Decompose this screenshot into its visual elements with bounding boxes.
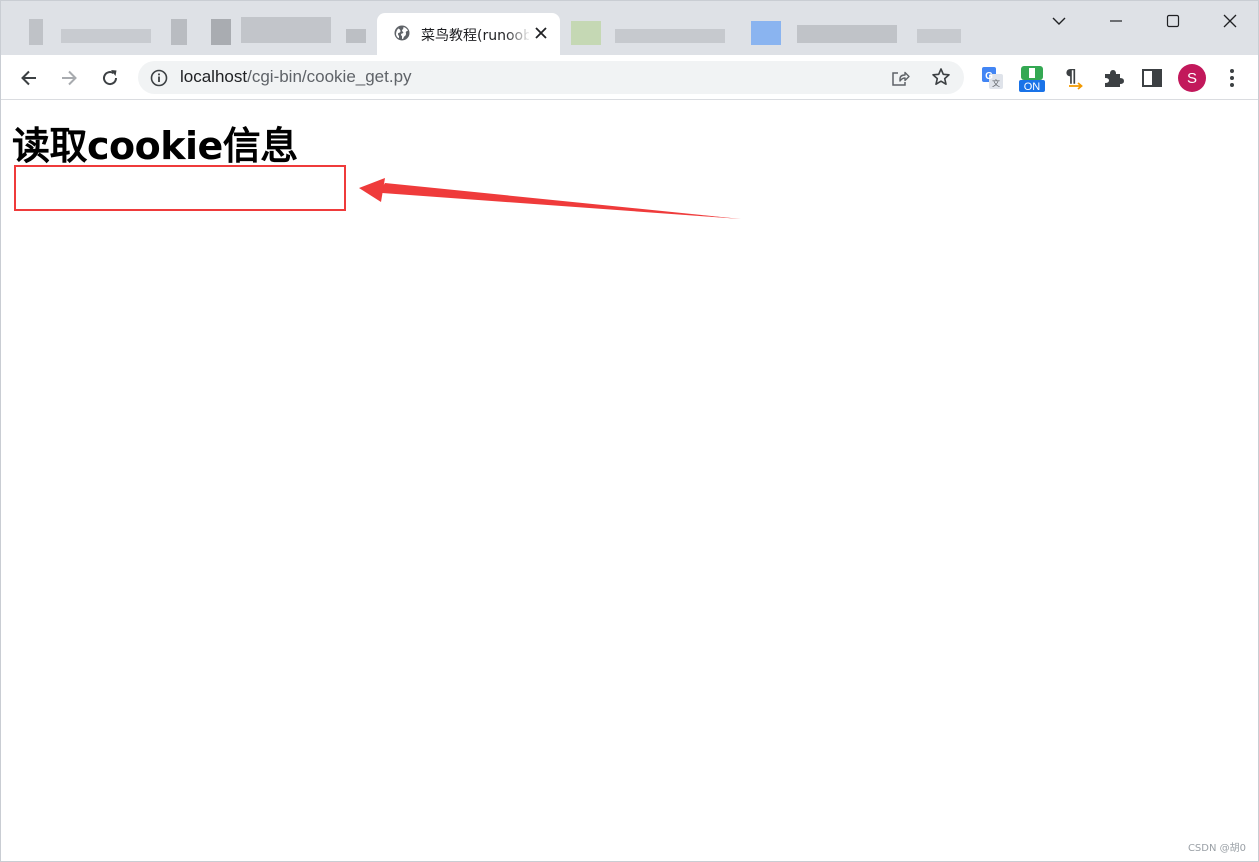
extension-on-badge-icon[interactable]: ON: [1018, 64, 1046, 94]
annotation-highlight-box: [14, 165, 346, 211]
share-icon[interactable]: [890, 68, 910, 88]
browser-toolbar: localhost/cgi-bin/cookie_get.py G 文 ON ¶: [1, 55, 1258, 100]
browser-window: 菜鸟教程(runoob localhost/cgi-bin/cookie_get…: [0, 0, 1259, 862]
maximize-icon: [1166, 14, 1180, 28]
google-translate-icon[interactable]: G 文: [979, 65, 1005, 91]
address-url[interactable]: localhost/cgi-bin/cookie_get.py: [180, 67, 412, 87]
tab-blurred-2[interactable]: [567, 11, 977, 55]
forward-button[interactable]: [56, 65, 82, 91]
arrow-right-icon: [62, 70, 77, 86]
tab-title-fade: [505, 23, 531, 45]
puzzle-extensions-icon[interactable]: [1100, 65, 1126, 91]
bookmark-star-icon[interactable]: [931, 67, 951, 87]
tab-active[interactable]: 菜鸟教程(runoob: [377, 13, 560, 55]
close-icon: [1223, 14, 1237, 28]
address-path: /cgi-bin/cookie_get.py: [247, 67, 412, 86]
page-viewport: 读取cookie信息 CSDN @胡0: [1, 101, 1258, 861]
minimize-button[interactable]: [1104, 9, 1128, 33]
tab-blurred-1[interactable]: [11, 11, 371, 55]
watermark: CSDN @胡0: [1187, 843, 1246, 854]
annotation-arrow: [359, 178, 741, 219]
profile-avatar[interactable]: S: [1178, 64, 1206, 92]
back-button[interactable]: [16, 65, 42, 91]
pilcrow-icon[interactable]: ¶: [1061, 65, 1087, 91]
page-title: 读取cookie信息: [12, 124, 298, 168]
maximize-button[interactable]: [1161, 9, 1185, 33]
address-bar[interactable]: localhost/cgi-bin/cookie_get.py: [138, 61, 964, 94]
globe-icon: [394, 25, 410, 41]
close-tab-icon[interactable]: [533, 25, 549, 41]
tab-search-button[interactable]: [1047, 9, 1071, 33]
chevron-down-icon: [1052, 17, 1066, 25]
svg-text:ON: ON: [1024, 81, 1041, 93]
reload-button[interactable]: [97, 65, 123, 91]
address-host: localhost: [180, 67, 248, 86]
svg-text:¶: ¶: [1065, 66, 1076, 87]
svg-text:文: 文: [992, 78, 1000, 88]
close-window-button[interactable]: [1218, 9, 1242, 33]
tab-strip: 菜鸟教程(runoob: [1, 1, 1258, 55]
side-panel-icon[interactable]: [1139, 65, 1165, 91]
arrow-left-icon: [21, 70, 36, 86]
info-icon[interactable]: [150, 69, 168, 87]
reload-icon: [103, 70, 118, 86]
minimize-icon: [1110, 20, 1122, 22]
more-vertical-icon[interactable]: [1219, 65, 1245, 91]
